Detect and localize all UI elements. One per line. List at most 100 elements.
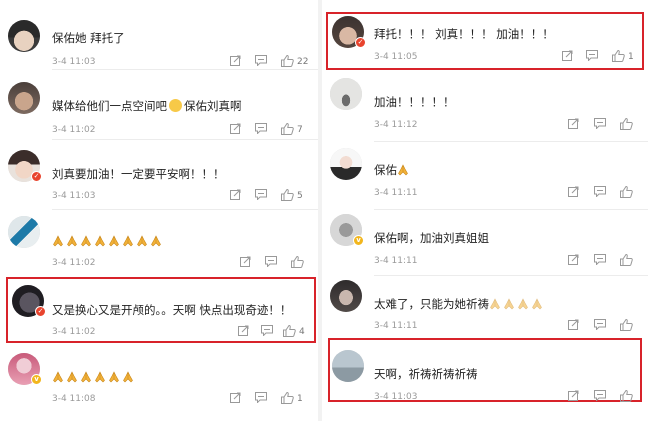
like-button[interactable]: [291, 256, 304, 270]
like-button[interactable]: 7: [281, 123, 303, 137]
comment-text: 太难了，只能为她祈祷: [374, 296, 638, 312]
red-verified-badge-icon: ✓: [31, 171, 42, 182]
timestamp: 3-4 11:11: [374, 188, 418, 198]
share-icon[interactable]: [238, 325, 249, 339]
comment-icon[interactable]: [255, 123, 267, 137]
comment-text-part: 保佑刘真啊: [184, 99, 242, 113]
comment-item: 加油！！！！！ 3-4 11:12: [322, 72, 648, 142]
like-count: 1: [628, 52, 634, 62]
like-count: 7: [297, 125, 303, 135]
comment-icon[interactable]: [265, 256, 277, 270]
avatar[interactable]: [330, 280, 362, 312]
comment-item: v 3-4 11:08 1: [0, 345, 318, 421]
comment-text: 媒体给他们一点空间吧 保佑刘真啊: [52, 98, 308, 114]
like-count: 4: [299, 327, 305, 337]
pray-hands-icon: [122, 370, 136, 384]
share-icon[interactable]: [230, 55, 241, 69]
like-count: 22: [297, 57, 309, 67]
thumbs-up-icon: [620, 186, 633, 198]
like-button[interactable]: 5: [281, 189, 303, 203]
thumbs-up-icon: [620, 319, 633, 331]
smile-emoji-icon: [169, 99, 182, 112]
avatar[interactable]: [330, 78, 362, 110]
avatar[interactable]: [332, 350, 364, 382]
pray-hands-icon: [66, 370, 80, 384]
comment-text: 保佑她 拜托了: [52, 31, 125, 45]
pray-hands-icon: [66, 234, 80, 248]
pray-hands-icon: [94, 234, 108, 248]
thumbs-up-icon: [281, 55, 294, 67]
like-button[interactable]: 4: [283, 325, 305, 339]
share-icon[interactable]: [562, 50, 573, 64]
pray-hands-icon: [108, 370, 122, 384]
comment-icon[interactable]: [594, 390, 606, 404]
comment-item: v 保佑啊，加油刘真姐姐 3-4 11:11: [322, 210, 648, 276]
timestamp: 3-4 11:02: [52, 125, 96, 135]
like-button[interactable]: 1: [281, 392, 303, 406]
share-icon[interactable]: [568, 186, 579, 200]
comment-icon[interactable]: [261, 325, 273, 339]
like-button[interactable]: [620, 186, 633, 200]
pray-hands-icon: [80, 234, 94, 248]
avatar[interactable]: [8, 20, 40, 52]
comment-text: 又是换心又是开颅的。。天啊 快点出现奇迹！！: [52, 303, 292, 317]
like-button[interactable]: 22: [281, 55, 308, 69]
share-icon[interactable]: [568, 118, 579, 132]
timestamp: 3-4 11:08: [52, 394, 96, 404]
comment-item: 天啊，祈祷祈祷祈祷 3-4 11:03: [322, 338, 648, 402]
pray-emoji-row: [52, 233, 308, 249]
comment-icon[interactable]: [255, 392, 267, 406]
left-comment-column: 保佑她 拜托了 3-4 11:03 22 媒体给他们一点空间吧 保佑刘真啊 3-4…: [0, 0, 318, 421]
share-icon[interactable]: [230, 189, 241, 203]
share-icon[interactable]: [230, 123, 241, 137]
pray-emoji-row: [52, 369, 308, 385]
avatar[interactable]: [330, 148, 362, 180]
timestamp: 3-4 11:11: [374, 256, 418, 266]
comment-icon[interactable]: [594, 319, 606, 333]
share-icon[interactable]: [230, 392, 241, 406]
avatar[interactable]: [8, 216, 40, 248]
thumbs-up-icon: [281, 392, 294, 404]
gold-verified-badge-icon: v: [31, 374, 42, 385]
comment-icon[interactable]: [586, 50, 598, 64]
timestamp: 3-4 11:03: [52, 191, 96, 201]
like-button[interactable]: [620, 319, 633, 333]
like-button[interactable]: [620, 118, 633, 132]
like-button[interactable]: [620, 254, 633, 268]
share-icon[interactable]: [568, 319, 579, 333]
thumbs-up-icon: [612, 50, 625, 62]
like-count: 5: [297, 191, 303, 201]
share-icon[interactable]: [568, 254, 579, 268]
timestamp: 3-4 11:11: [374, 321, 418, 331]
pray-hands-icon: [489, 297, 503, 311]
comment-icon[interactable]: [594, 186, 606, 200]
red-verified-badge-icon: ✓: [355, 37, 366, 48]
right-comment-column: ✓ 拜托！！！ 刘真！！！ 加油！！！ 3-4 11:05 1 加油！！！！！ …: [322, 0, 648, 421]
comment-icon[interactable]: [255, 189, 267, 203]
timestamp: 3-4 11:05: [374, 52, 418, 62]
pray-hands-icon: [531, 297, 545, 311]
pray-hands-icon: [136, 234, 150, 248]
comment-text-part: 保佑: [374, 163, 397, 177]
comment-icon[interactable]: [255, 55, 267, 69]
share-icon[interactable]: [568, 390, 579, 404]
thumbs-up-icon: [283, 325, 296, 337]
thumbs-up-icon: [620, 254, 633, 266]
comment-item: ✓ 又是换心又是开颅的。。天啊 快点出现奇迹！！ 3-4 11:02 4: [0, 277, 318, 343]
timestamp: 3-4 11:03: [374, 392, 418, 402]
comment-text-part: 媒体给他们一点空间吧: [52, 99, 167, 113]
comment-icon[interactable]: [594, 118, 606, 132]
comment-item: 媒体给他们一点空间吧 保佑刘真啊 3-4 11:02 7: [0, 70, 318, 140]
like-button[interactable]: [620, 390, 633, 404]
pray-hands-icon: [397, 163, 411, 177]
share-icon[interactable]: [240, 256, 251, 270]
avatar[interactable]: [8, 82, 40, 114]
comment-icon[interactable]: [594, 254, 606, 268]
comment-item: 保佑她 拜托了 3-4 11:03 22: [0, 0, 318, 70]
timestamp: 3-4 11:03: [52, 57, 96, 67]
thumbs-up-icon: [620, 118, 633, 130]
red-verified-badge-icon: ✓: [35, 306, 46, 317]
pray-hands-icon: [52, 370, 66, 384]
pray-hands-icon: [150, 234, 164, 248]
like-button[interactable]: 1: [612, 50, 634, 64]
